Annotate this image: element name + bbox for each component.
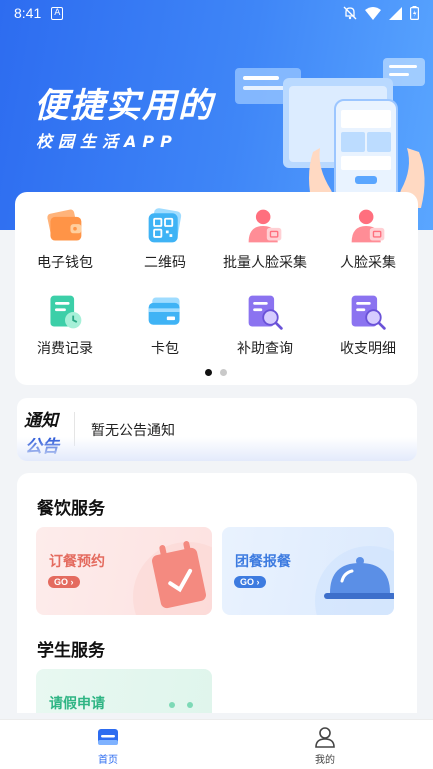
qr-code-icon	[148, 208, 182, 243]
tab-mine[interactable]: 我的	[295, 726, 355, 766]
grid-item-income-expense[interactable]: 收支明细	[318, 278, 418, 358]
grid-item-label: 二维码	[144, 255, 186, 271]
face-capture-icon	[351, 209, 385, 243]
quick-menu-card: 电子钱包 二维码 批量人脸采集 人脸采集 消费记录 卡包 补助查询 收支明细	[15, 192, 418, 385]
grid-item-qr-code[interactable]: 二维码	[115, 192, 215, 272]
page-indicator	[205, 369, 227, 376]
mute-bell-icon	[343, 6, 357, 20]
hero-title: 便捷实用的	[34, 86, 214, 126]
notice-tag-line1: 通知	[24, 411, 58, 431]
tab-home[interactable]: 首页	[78, 726, 138, 766]
wifi-icon	[365, 6, 381, 20]
go-button[interactable]: GO ›	[234, 576, 266, 588]
notice-divider	[74, 412, 75, 446]
section-title-catering: 餐饮服务	[37, 499, 105, 519]
card-pack-icon	[148, 297, 180, 325]
page-dot[interactable]	[220, 369, 227, 376]
grid-item-label: 消费记录	[37, 341, 93, 357]
page-dot-active[interactable]	[205, 369, 212, 376]
signal-icon	[389, 6, 402, 20]
income-expense-icon	[351, 295, 386, 330]
status-bar: 8:41 A	[0, 0, 433, 26]
consumption-record-icon	[50, 295, 82, 329]
order-reservation-card[interactable]: 订餐预约 GO ›	[36, 527, 212, 615]
grid-item-label: 收支明细	[340, 341, 396, 357]
grid-item-wallet[interactable]: 电子钱包	[15, 192, 115, 272]
order-reservation-label: 订餐预约	[49, 554, 105, 570]
bottom-tab-bar: 首页 我的	[0, 719, 433, 769]
grid-item-label: 人脸采集	[340, 255, 396, 271]
user-icon	[315, 727, 335, 748]
hero-subtitle: 校园生活APP	[36, 132, 178, 151]
grid-item-label: 批量人脸采集	[223, 255, 307, 271]
home-icon	[98, 729, 118, 745]
dish-cover-icon	[315, 546, 394, 615]
leave-application-card[interactable]: 请假申请	[36, 669, 212, 713]
section-title-student: 学生服务	[37, 641, 105, 661]
go-label: GO	[54, 577, 69, 587]
notice-text: 暂无公告通知	[91, 423, 175, 439]
subsidy-query-icon	[248, 295, 283, 330]
notice-bar[interactable]: 通知 公告 暂无公告通知	[17, 398, 417, 461]
battery-icon	[410, 6, 419, 20]
grid-item-card-pack[interactable]: 卡包	[115, 278, 215, 358]
grid-item-label: 卡包	[151, 341, 179, 357]
grid-item-consumption-record[interactable]: 消费记录	[15, 278, 115, 358]
grid-item-subsidy-query[interactable]: 补助查询	[215, 278, 315, 358]
status-time: 8:41	[14, 5, 42, 21]
calendar-check-icon	[133, 541, 212, 615]
grid-item-face-capture[interactable]: 人脸采集	[318, 192, 418, 272]
leave-application-label: 请假申请	[49, 696, 105, 712]
group-meal-card[interactable]: 团餐报餐 GO ›	[222, 527, 394, 615]
go-label: GO	[240, 577, 255, 587]
services-card: 餐饮服务 订餐预约 GO › 团餐报餐 GO › 学生服务 请假申请	[17, 473, 417, 713]
tab-label: 首页	[98, 755, 118, 766]
grid-item-label: 补助查询	[237, 341, 293, 357]
grid-item-label: 电子钱包	[37, 255, 93, 271]
notice-tag-line2: 公告	[25, 437, 59, 457]
tab-label: 我的	[315, 755, 335, 766]
batch-face-capture-icon	[248, 209, 282, 243]
grid-item-batch-face-capture[interactable]: 批量人脸采集	[215, 192, 315, 272]
notification-app-icon: A	[51, 6, 64, 20]
go-button[interactable]: GO ›	[48, 576, 80, 588]
group-meal-label: 团餐报餐	[235, 554, 291, 570]
wallet-icon	[47, 209, 82, 241]
leave-illustration-icon	[169, 702, 193, 708]
phone-illustration	[235, 58, 425, 208]
